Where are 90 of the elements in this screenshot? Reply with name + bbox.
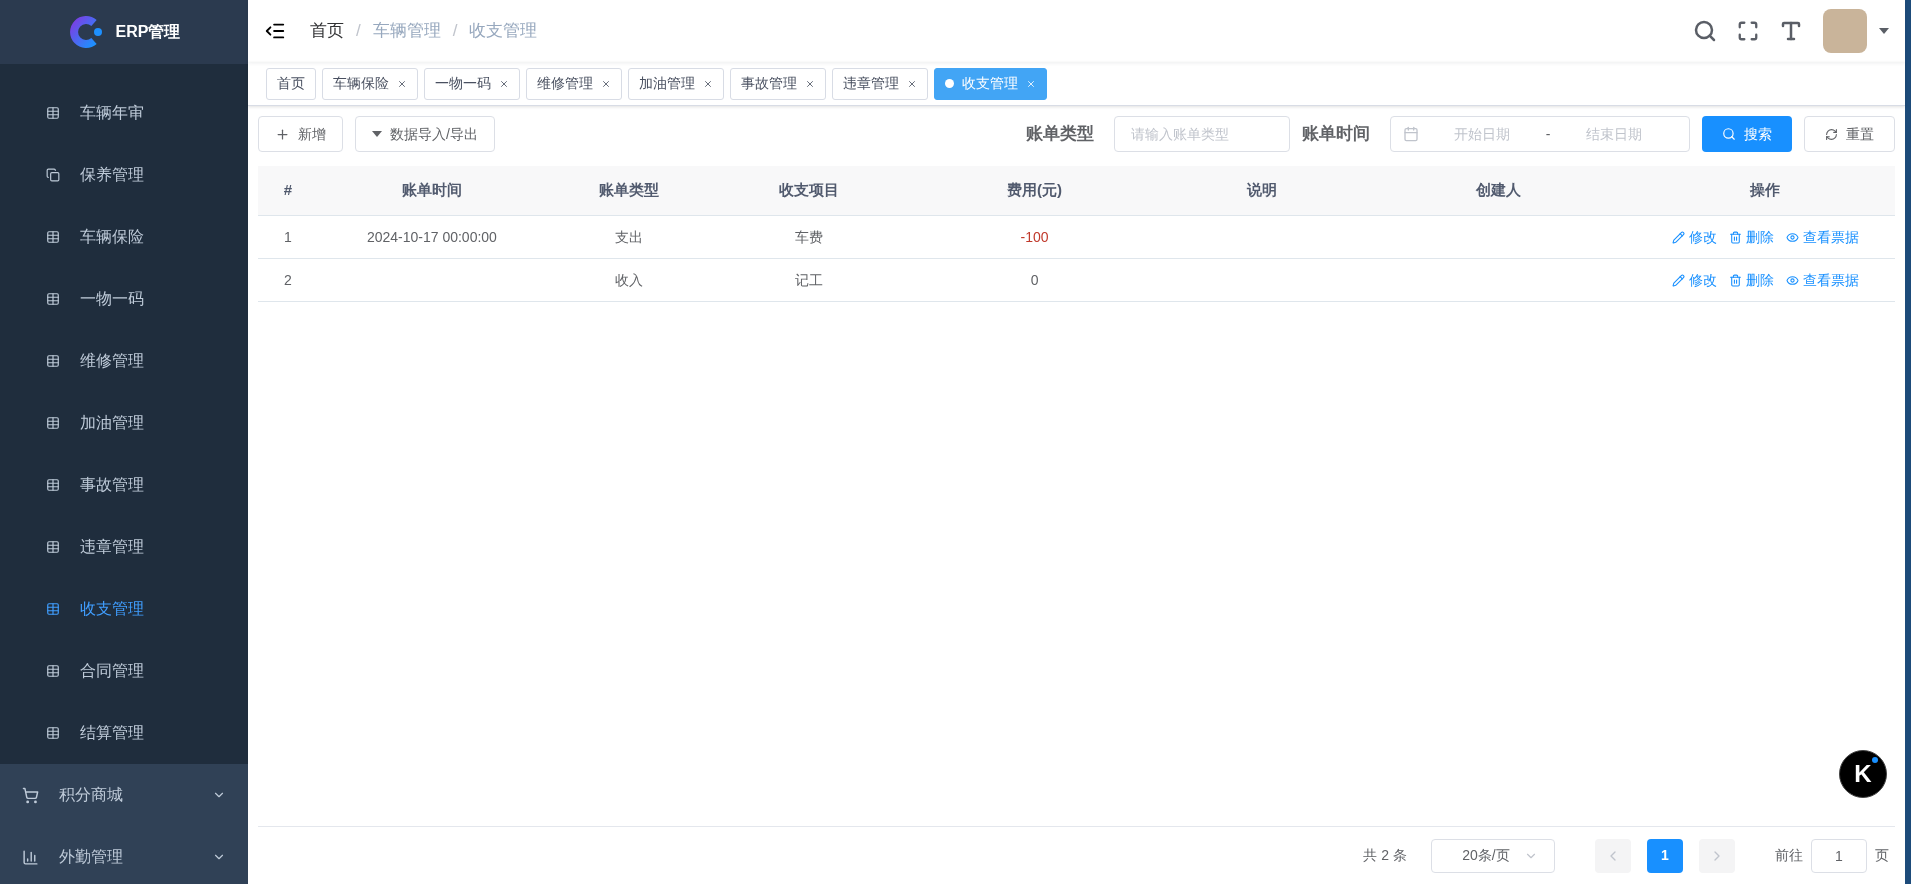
sidebar-item[interactable]: 违章管理 bbox=[0, 516, 248, 578]
copy-icon bbox=[46, 168, 60, 182]
breadcrumb-item[interactable]: 首页 bbox=[310, 18, 344, 44]
tab[interactable]: 维修管理 bbox=[526, 67, 622, 100]
sidebar-item[interactable]: 车辆年审 bbox=[0, 82, 248, 144]
eye-icon bbox=[1785, 230, 1799, 244]
bill-type-field[interactable]: 请输入账单类型 bbox=[1114, 116, 1290, 152]
breadcrumb-separator: / bbox=[356, 20, 361, 43]
table-icon bbox=[46, 478, 60, 492]
add-button[interactable]: 新增 bbox=[258, 116, 343, 152]
reset-button[interactable]: 重置 bbox=[1804, 116, 1895, 152]
table-cell-text: 车费 bbox=[794, 227, 823, 247]
sidebar-item[interactable]: 收支管理 bbox=[0, 578, 248, 640]
sidebar-item[interactable]: 一物一码 bbox=[0, 268, 248, 330]
table-icon bbox=[46, 354, 60, 368]
table-icon bbox=[46, 230, 60, 244]
column-header: 操作 bbox=[1750, 180, 1781, 201]
breadcrumb-separator: / bbox=[452, 20, 458, 43]
close-icon[interactable] bbox=[805, 78, 815, 89]
column-header: 收支项目 bbox=[778, 180, 839, 201]
table-cell-text: 收入 bbox=[614, 270, 643, 290]
table-cell-text: 2024-10-17 00:00:00 bbox=[366, 227, 497, 247]
fullscreen-icon[interactable] bbox=[1737, 20, 1759, 42]
pencil-icon bbox=[1671, 230, 1685, 244]
import-export-button[interactable]: 数据导入/导出 bbox=[355, 116, 495, 152]
table-cell-text: 0 bbox=[1030, 270, 1039, 290]
table-icon bbox=[46, 726, 60, 740]
sidebar-group[interactable]: 外勤管理 bbox=[0, 826, 248, 884]
trash-icon bbox=[1728, 230, 1742, 244]
sidebar-item[interactable]: 车辆保险 bbox=[0, 206, 248, 268]
cart-icon bbox=[22, 786, 39, 804]
column-header: 创建人 bbox=[1475, 180, 1521, 201]
logo-icon bbox=[67, 14, 104, 50]
trash-icon bbox=[1728, 273, 1742, 287]
page-unit-label: 页 bbox=[1875, 846, 1889, 865]
close-icon[interactable] bbox=[703, 78, 713, 89]
caret-icon bbox=[372, 131, 382, 137]
table-cell-text: -100 bbox=[1020, 227, 1049, 247]
sidebar-item[interactable]: 维修管理 bbox=[0, 330, 248, 392]
table-icon bbox=[46, 602, 60, 616]
column-header: 说明 bbox=[1247, 180, 1278, 201]
table-cell-text: 记工 bbox=[794, 270, 823, 290]
floating-badge[interactable]: K bbox=[1839, 750, 1887, 798]
sidebar-item[interactable]: 保养管理 bbox=[0, 144, 248, 206]
sidebar-item[interactable]: 加油管理 bbox=[0, 392, 248, 454]
breadcrumb-item: 收支管理 bbox=[469, 20, 538, 43]
table-icon bbox=[46, 416, 60, 430]
table-cell-text: 2 bbox=[284, 270, 292, 290]
search-icon bbox=[1722, 127, 1736, 141]
font-size-icon[interactable] bbox=[1779, 19, 1803, 43]
search-icon[interactable] bbox=[1693, 19, 1717, 43]
table-cell-text: 1 bbox=[284, 227, 292, 247]
pencil-icon bbox=[1671, 273, 1685, 287]
goto-label: 前往 bbox=[1775, 846, 1803, 865]
column-header: 账单类型 bbox=[598, 180, 659, 201]
close-icon[interactable] bbox=[907, 78, 917, 89]
calendar-icon bbox=[1403, 126, 1419, 142]
sidebar-group[interactable]: 积分商城 bbox=[0, 764, 248, 826]
field-label: 账单类型 bbox=[1026, 123, 1094, 146]
close-icon[interactable] bbox=[397, 78, 407, 89]
table-cell-text: 支出 bbox=[614, 227, 643, 247]
column-header: 费用(元) bbox=[1007, 180, 1063, 201]
tab[interactable]: 加油管理 bbox=[628, 67, 724, 100]
tab[interactable]: 首页 bbox=[266, 67, 316, 100]
total-count: 共 2 条 bbox=[1363, 846, 1407, 865]
eye-icon bbox=[1785, 273, 1799, 287]
tab[interactable]: 违章管理 bbox=[832, 67, 928, 100]
tab[interactable]: 一物一码 bbox=[424, 67, 520, 100]
caret-icon[interactable] bbox=[1879, 28, 1889, 34]
sidebar-item[interactable]: 事故管理 bbox=[0, 454, 248, 516]
close-icon[interactable] bbox=[601, 78, 611, 89]
column-header: # bbox=[283, 180, 293, 201]
table-icon bbox=[46, 664, 60, 678]
sidebar-item[interactable]: 结算管理 bbox=[0, 702, 248, 764]
close-icon[interactable] bbox=[499, 78, 509, 89]
column-header: 账单时间 bbox=[401, 180, 462, 201]
app-title: ERP管理 bbox=[115, 22, 181, 42]
table-icon bbox=[46, 106, 60, 120]
bar-chart-icon bbox=[22, 848, 39, 866]
page-size-select[interactable]: 20条/页 bbox=[1431, 838, 1555, 873]
plus-icon bbox=[275, 126, 290, 142]
table-icon bbox=[46, 292, 60, 306]
page-number-field[interactable]: 1 bbox=[1811, 838, 1867, 873]
sidebar-item[interactable]: 合同管理 bbox=[0, 640, 248, 702]
tab[interactable]: 事故管理 bbox=[730, 67, 826, 100]
tab[interactable]: 车辆保险 bbox=[322, 67, 418, 100]
table-icon bbox=[46, 540, 60, 554]
date-range-field[interactable]: 开始日期 - 结束日期 bbox=[1390, 116, 1690, 152]
refresh-icon bbox=[1825, 127, 1838, 141]
field-label: 账单时间 bbox=[1302, 123, 1370, 146]
